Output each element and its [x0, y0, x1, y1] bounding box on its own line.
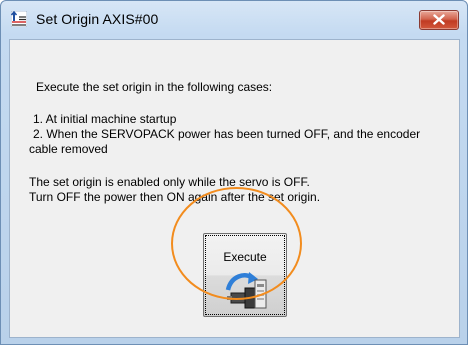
window-title: Set Origin AXIS#00 — [36, 11, 159, 27]
servo-motor-icon — [225, 270, 267, 315]
close-icon — [433, 14, 445, 25]
intro-text: Execute the set origin in the following … — [36, 80, 273, 94]
case-item-2: 2. When the SERVOPACK power has been tur… — [33, 127, 421, 141]
note-power-cycle: Turn OFF the power then ON again after t… — [29, 190, 321, 204]
execute-button-label: Execute — [223, 250, 267, 264]
dialog-content: Execute the set origin in the following … — [9, 39, 460, 338]
note-servo-off: The set origin is enabled only while the… — [29, 175, 310, 189]
dialog-window: Set Origin AXIS#00 Execute the set origi… — [0, 0, 468, 345]
close-button[interactable] — [419, 10, 459, 30]
set-origin-icon — [10, 10, 28, 28]
case-item-2-continued: cable removed — [29, 142, 108, 156]
execute-button[interactable]: Execute — [203, 233, 287, 317]
case-item-1: 1. At initial machine startup — [33, 112, 177, 126]
title-bar[interactable]: Set Origin AXIS#00 — [1, 1, 467, 37]
